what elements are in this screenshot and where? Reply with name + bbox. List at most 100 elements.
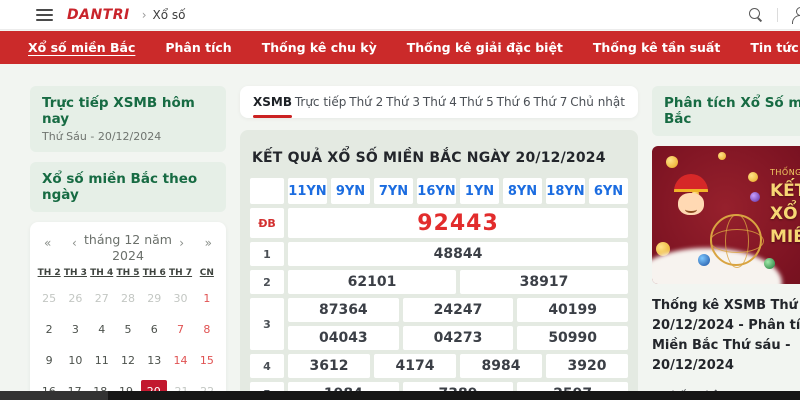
lottery-ball — [698, 254, 710, 266]
calendar-day[interactable]: 1 — [194, 287, 220, 309]
banner-text: THỐNG KÊ - KẾT XỔ MIỀN — [770, 168, 800, 249]
byday-card[interactable]: Xổ số miền Bắc theo ngày — [30, 162, 226, 212]
tab-6[interactable]: Thứ 6 — [497, 95, 531, 109]
prize-number: 3612 — [288, 354, 370, 378]
calendar-day[interactable]: 26 — [62, 287, 88, 309]
analysis-header-title: Phân tích Xổ Số miền Bắc — [664, 95, 800, 127]
calendar-header: « ‹ tháng 12 năm 2024 › » — [36, 230, 220, 264]
prize-subrows: 873642424740199040430427350990 — [288, 298, 628, 350]
results-panel: KẾT QUẢ XỔ SỐ MIỀN BẮC NGÀY 20/12/2024 1… — [240, 130, 638, 400]
prize-cells: 6210138917 — [288, 270, 628, 294]
calendar-dow-2: TH 4 — [89, 268, 115, 278]
nav-item-0[interactable]: Xổ số miền Bắc — [28, 40, 135, 55]
calendar-next-month-icon[interactable]: › — [179, 236, 184, 250]
nav-item-5[interactable]: Tin tức — [750, 40, 798, 55]
calendar-day[interactable]: 14 — [167, 349, 193, 371]
calendar-day[interactable]: 5 — [115, 318, 141, 340]
prize-label: 1 — [250, 242, 284, 266]
table-header-cell[interactable]: 18YN — [546, 178, 585, 204]
calendar-dow-6: CN — [194, 268, 220, 278]
calendar-day[interactable]: 8 — [194, 318, 220, 340]
calendar-day[interactable]: 13 — [141, 349, 167, 371]
prize-number: 87364 — [288, 298, 399, 322]
calendar-dow-4: TH 6 — [141, 268, 167, 278]
table-header-cell[interactable]: 9YN — [331, 178, 370, 204]
calendar-dow-3: TH 5 — [115, 268, 141, 278]
table-header-cell[interactable]: 7YN — [374, 178, 413, 204]
calendar-day[interactable]: 2 — [36, 318, 62, 340]
prize-cells: 3612417489843920 — [288, 354, 628, 378]
prize-number: 38917 — [460, 270, 628, 294]
prize-number: 62101 — [288, 270, 456, 294]
prize-label: 3 — [250, 298, 284, 350]
table-row: 26210138917 — [250, 270, 628, 294]
promo-banner[interactable]: THỐNG KÊ - KẾT XỔ MIỀN — [652, 146, 800, 284]
divider — [777, 8, 778, 22]
god-of-wealth-hat — [674, 174, 708, 192]
calendar-day[interactable]: 15 — [194, 349, 220, 371]
live-xsmb-card[interactable]: Trực tiếp XSMB hôm nay Thứ Sáu - 20/12/2… — [30, 86, 226, 152]
tab-0[interactable]: XSMB — [253, 95, 292, 109]
calendar-day[interactable]: 27 — [89, 287, 115, 309]
calendar-day[interactable]: 29 — [141, 287, 167, 309]
menu-icon[interactable] — [36, 9, 53, 21]
table-header-cell[interactable]: 11YN — [288, 178, 327, 204]
tab-1[interactable]: Trực tiếp — [295, 95, 347, 109]
search-icon[interactable] — [749, 8, 763, 22]
nav-item-4[interactable]: Thống kê tần suất — [593, 40, 720, 55]
calendar-day[interactable]: 9 — [36, 349, 62, 371]
breadcrumb-separator: › — [142, 8, 147, 22]
featured-article-link[interactable]: Thống kê XSMB Thứ 6 20/12/2024 - Phân tí… — [652, 296, 800, 377]
calendar-day[interactable]: 4 — [89, 318, 115, 340]
calendar-day[interactable]: 11 — [89, 349, 115, 371]
god-of-wealth-face — [678, 193, 704, 215]
prize-number: 48844 — [288, 242, 628, 266]
tab-2[interactable]: Thứ 2 — [349, 95, 383, 109]
calendar-dow-0: TH 2 — [36, 268, 62, 278]
nav-item-1[interactable]: Phân tích — [165, 40, 231, 55]
calendar-day[interactable]: 10 — [62, 349, 88, 371]
calendar-day[interactable]: 6 — [141, 318, 167, 340]
analysis-header-card[interactable]: Phân tích Xổ Số miền Bắc — [652, 86, 800, 136]
nav-item-3[interactable]: Thống kê giải đặc biệt — [407, 40, 563, 55]
nav-item-2[interactable]: Thống kê chu kỳ — [262, 40, 377, 55]
tabs-bar: XSMBTrực tiếpThứ 2Thứ 3Thứ 4Thứ 5Thứ 6Th… — [240, 86, 638, 118]
prize-number: 24247 — [403, 298, 514, 322]
table-row: 148844 — [250, 242, 628, 266]
table-row: 3873642424740199040430427350990 — [250, 298, 628, 350]
prize-subrow: 040430427350990 — [288, 326, 628, 350]
coin-icon — [748, 172, 758, 182]
table-row: ĐB92443 — [250, 208, 628, 238]
site-logo[interactable]: DANTRI — [67, 7, 130, 23]
tab-7[interactable]: Thứ 7 — [533, 95, 567, 109]
table-header-cell[interactable]: 6YN — [589, 178, 628, 204]
prize-cells: 48844 — [288, 242, 628, 266]
calendar-day[interactable]: 7 — [167, 318, 193, 340]
calendar-day[interactable]: 28 — [115, 287, 141, 309]
table-headers: 11YN9YN7YN16YN1YN8YN18YN6YN — [288, 178, 628, 204]
tab-5[interactable]: Thứ 5 — [460, 95, 494, 109]
table-row: 43612417489843920 — [250, 354, 628, 378]
prize-label: 2 — [250, 270, 284, 294]
table-header-cell[interactable]: 16YN — [417, 178, 456, 204]
coin-icon — [718, 152, 726, 160]
calendar-day[interactable]: 12 — [115, 349, 141, 371]
tab-3[interactable]: Thứ 3 — [386, 95, 420, 109]
table-header-row: 11YN9YN7YN16YN1YN8YN18YN6YN — [250, 178, 628, 204]
calendar-prev-month-icon[interactable]: ‹ — [72, 236, 77, 250]
user-icon[interactable] — [792, 7, 800, 23]
calendar-day[interactable]: 3 — [62, 318, 88, 340]
calendar-card: « ‹ tháng 12 năm 2024 › » TH 2TH 3TH 4TH… — [30, 222, 226, 400]
tab-8[interactable]: Chủ nhật — [570, 95, 625, 109]
calendar-day[interactable]: 30 — [167, 287, 193, 309]
prize-label: 4 — [250, 354, 284, 378]
calendar-prev-year-icon[interactable]: « — [44, 236, 51, 250]
table-header-cell[interactable]: 8YN — [503, 178, 542, 204]
calendar-next-year-icon[interactable]: » — [205, 236, 212, 250]
table-header-cell[interactable]: 1YN — [460, 178, 499, 204]
lottery-ball — [764, 258, 775, 269]
tab-4[interactable]: Thứ 4 — [423, 95, 457, 109]
calendar-week-1: 2345678 — [36, 318, 220, 340]
calendar-day[interactable]: 25 — [36, 287, 62, 309]
breadcrumb[interactable]: Xổ số — [153, 8, 186, 22]
